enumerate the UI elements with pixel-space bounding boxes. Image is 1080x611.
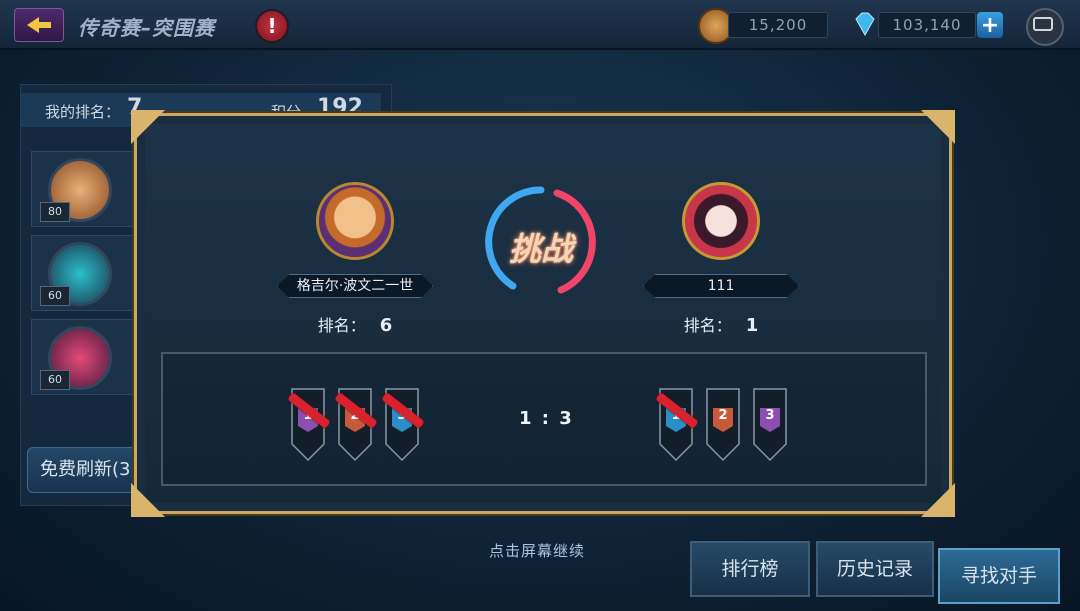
challenge-emblem: 挑战	[483, 184, 599, 300]
back-arrow-icon	[27, 17, 51, 33]
chat-icon	[1033, 17, 1053, 31]
diamond-icon	[855, 12, 875, 37]
player-avatar	[316, 182, 394, 260]
round-flag: 3	[381, 388, 425, 462]
round-flag: 1	[655, 388, 699, 462]
top-bar: 传奇赛–突围赛 ! 15,200 103,140 +	[0, 0, 1080, 50]
page-title: 传奇赛–突围赛	[78, 16, 215, 40]
leaderboard-button[interactable]: 排行榜	[690, 541, 810, 597]
round-number: 2	[718, 408, 728, 423]
tap-to-continue-hint: 点击屏幕继续	[489, 542, 586, 560]
frame-corner	[131, 483, 165, 517]
round-flag: 3	[753, 388, 787, 462]
player-rank: 排名： 6	[255, 312, 455, 336]
rank-label: 排名：	[683, 316, 732, 335]
match-score: 1 : 3	[519, 408, 574, 429]
frame-corner	[131, 110, 165, 144]
level-badge: 60	[40, 286, 70, 306]
round-number: 3	[765, 408, 775, 423]
player-name: 格吉尔·波文二一世	[277, 274, 433, 298]
find-opponent-button[interactable]: 寻找对手	[938, 548, 1060, 604]
rank-value: 6	[379, 315, 393, 336]
player-right: 111 排名： 1	[621, 182, 821, 336]
gem-amount: 103,140	[878, 12, 976, 38]
level-badge: 60	[40, 370, 70, 390]
rank-value: 1	[745, 315, 759, 336]
player-name: 111	[643, 274, 799, 298]
frame-corner	[921, 110, 955, 144]
my-rank-label: 我的排名：	[45, 103, 121, 121]
challenge-label: 挑战	[508, 230, 573, 268]
round-flag: 2	[334, 388, 378, 462]
round-flag: 1	[287, 388, 331, 462]
player-left: 格吉尔·波文二一世 排名： 6	[255, 182, 455, 336]
level-badge: 80	[40, 202, 70, 222]
round-results: 123 1 : 3 123	[161, 352, 927, 486]
frame-corner	[921, 483, 955, 517]
player-avatar	[682, 182, 760, 260]
rank-label: 排名：	[317, 316, 366, 335]
chat-button[interactable]	[1026, 8, 1064, 46]
player-rank: 排名： 1	[621, 312, 821, 336]
banner-icon	[706, 388, 740, 462]
back-button[interactable]	[14, 8, 64, 42]
gold-amount: 15,200	[728, 12, 828, 38]
battle-result-dialog: 格吉尔·波文二一世 排名：6 挑战 111 排名：1 123 1 : 3 123	[131, 110, 955, 517]
add-gems-button[interactable]: +	[977, 12, 1003, 38]
banner-icon	[753, 388, 787, 462]
alert-icon[interactable]: !	[255, 9, 289, 43]
round-flag: 2	[706, 388, 740, 462]
history-button[interactable]: 历史记录	[816, 541, 934, 597]
